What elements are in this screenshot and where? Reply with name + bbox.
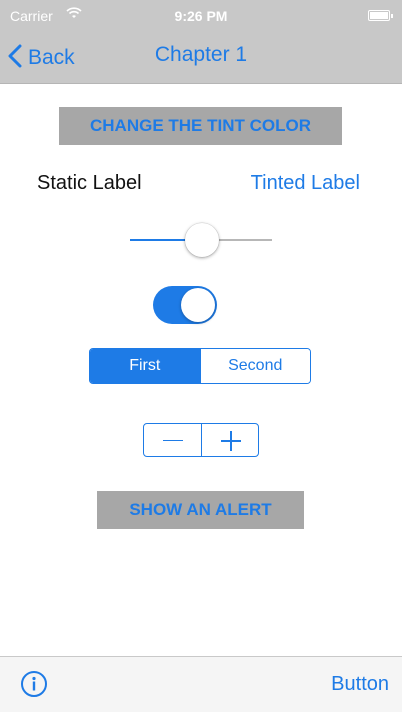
segment-second[interactable]: Second [199, 349, 310, 383]
stepper-decrement-button[interactable] [144, 424, 201, 456]
toolbar-button[interactable]: Button [331, 673, 389, 696]
status-time: 9:26 PM [174, 8, 228, 24]
segmented-control[interactable]: First Second [89, 348, 311, 384]
toggle-knob [181, 288, 215, 322]
static-label: Static Label [37, 172, 142, 194]
info-icon [20, 671, 48, 702]
stepper-increment-button[interactable] [200, 424, 259, 456]
show-alert-button[interactable]: SHOW AN ALERT [97, 491, 304, 529]
page-title: Chapter 1 [154, 43, 248, 66]
info-button[interactable] [20, 670, 48, 698]
battery-icon [368, 10, 393, 21]
segment-first[interactable]: First [90, 349, 200, 383]
bottom-toolbar: Button [0, 656, 402, 712]
change-tint-color-button[interactable]: CHANGE THE TINT COLOR [59, 107, 342, 145]
status-bar: Carrier 9:26 PM [0, 0, 402, 32]
slider-thumb[interactable] [185, 223, 219, 257]
tinted-label: Tinted Label [250, 172, 360, 194]
slider[interactable] [130, 222, 272, 258]
toggle-switch[interactable] [153, 286, 217, 324]
stepper[interactable] [143, 423, 259, 457]
minus-icon [163, 440, 183, 441]
navigation-bar: Back Chapter 1 [0, 32, 402, 84]
